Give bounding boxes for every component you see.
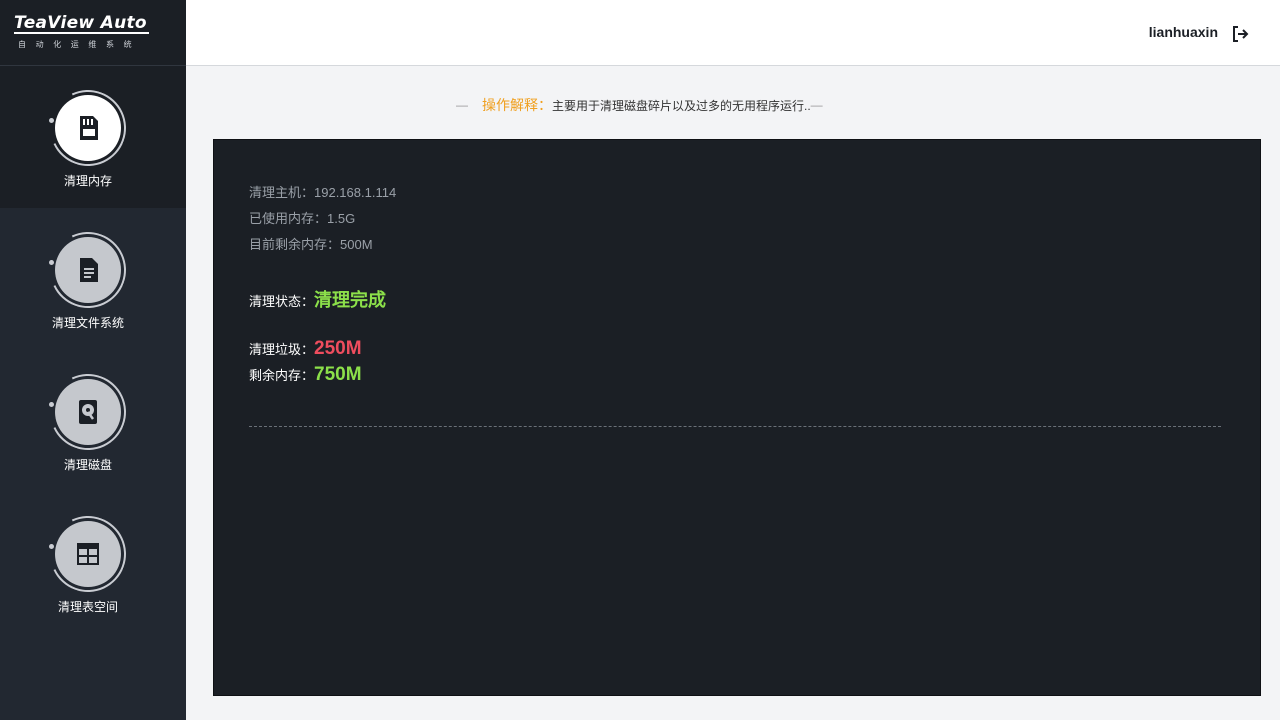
result-panel: 清理主机：192.168.1.114 已使用内存：1.5G 目前剩余内存：500… bbox=[213, 139, 1261, 696]
hint-dash-left: — bbox=[456, 98, 468, 112]
sidebar-item-label: 清理文件系统 bbox=[51, 316, 124, 330]
junk-label: 清理垃圾： bbox=[249, 342, 315, 357]
used-memory-info: 已使用内存：1.5G bbox=[249, 211, 356, 226]
hint-dash-right: — bbox=[810, 98, 823, 112]
status-line: 清理状态：清理完成 bbox=[249, 286, 386, 312]
sidebar-item-clean-memory[interactable]: 清理内存 bbox=[0, 66, 186, 208]
sidebar-item-clean-filesystem[interactable]: 清理文件系统 bbox=[0, 208, 186, 350]
nav-dot bbox=[49, 402, 54, 407]
document-icon bbox=[55, 237, 121, 303]
hard-disk-icon bbox=[55, 379, 121, 445]
top-header: lianhuaxin bbox=[186, 0, 1280, 66]
host-info: 清理主机：192.168.1.114 bbox=[249, 185, 397, 200]
nav-dot bbox=[49, 118, 54, 123]
table-icon bbox=[55, 521, 121, 587]
hint-title: 操作解释： bbox=[482, 97, 552, 113]
nav-dot bbox=[49, 260, 54, 265]
memory-card-icon bbox=[55, 95, 121, 161]
username: lianhuaxin bbox=[1148, 24, 1218, 40]
sidebar: TeaView Auto 自动化运维系统 清理内存 清理文件系统 清理磁盘 清理… bbox=[0, 0, 186, 720]
junk-value: 250M bbox=[314, 338, 362, 359]
logo-area: TeaView Auto 自动化运维系统 bbox=[0, 0, 186, 66]
sidebar-item-clean-tablespace[interactable]: 清理表空间 bbox=[0, 492, 186, 634]
status-value: 清理完成 bbox=[314, 290, 387, 310]
logo: TeaView Auto bbox=[14, 13, 149, 34]
logo-subtitle: 自动化运维系统 bbox=[18, 40, 142, 49]
operation-hint: — 操作解释： 主要用于清理磁盘碎片以及过多的无用程序运行.. — bbox=[456, 95, 823, 115]
remain-label: 剩余内存： bbox=[249, 368, 315, 383]
sidebar-item-clean-disk[interactable]: 清理磁盘 bbox=[0, 350, 186, 492]
remain-value: 750M bbox=[314, 364, 362, 385]
dashed-divider bbox=[249, 426, 1221, 427]
sidebar-item-label: 清理表空间 bbox=[57, 600, 118, 614]
nav-dot bbox=[49, 544, 54, 549]
logout-icon[interactable] bbox=[1230, 24, 1250, 44]
sidebar-item-label: 清理磁盘 bbox=[63, 458, 112, 472]
free-memory-info: 目前剩余内存：500M bbox=[249, 237, 373, 252]
junk-line: 清理垃圾：250M bbox=[249, 338, 362, 360]
hint-text: 主要用于清理磁盘碎片以及过多的无用程序运行.. bbox=[552, 98, 811, 113]
sidebar-item-label: 清理内存 bbox=[63, 174, 112, 188]
status-label: 清理状态： bbox=[249, 294, 315, 309]
remain-line: 剩余内存：750M bbox=[249, 364, 362, 386]
